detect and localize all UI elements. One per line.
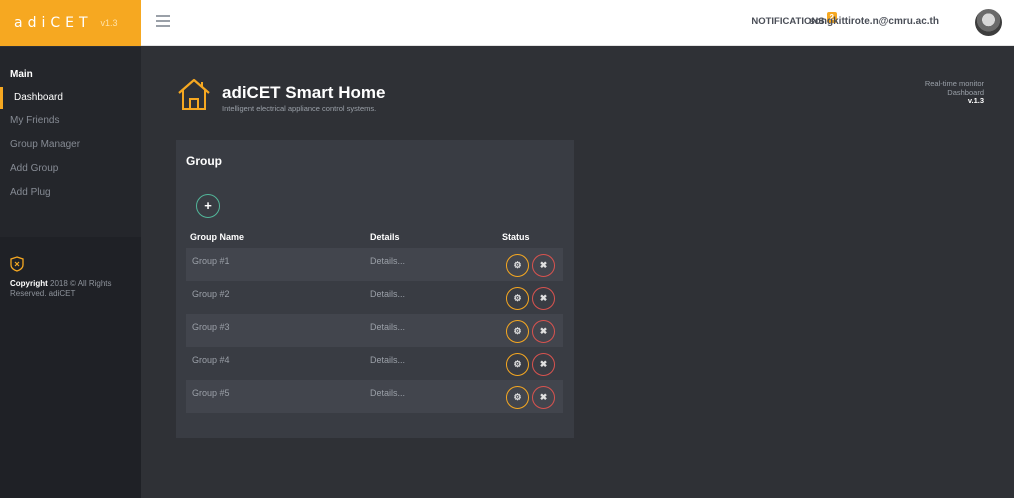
delete-icon[interactable]: ✖	[532, 287, 555, 310]
sidebar-footer: Copyright 2018 © All Rights Reserved. ad…	[0, 237, 141, 498]
details-link[interactable]: Details...	[370, 289, 405, 299]
settings-icon[interactable]: ⚙	[506, 386, 529, 409]
details-link[interactable]: Details...	[370, 388, 405, 398]
column-header-group-name: Group Name	[190, 232, 245, 242]
menu-toggle-icon[interactable]	[156, 15, 170, 27]
brand-version: v1.3	[100, 18, 118, 28]
avatar[interactable]	[975, 9, 1002, 36]
details-link[interactable]: Details...	[370, 256, 405, 266]
table-row: Group #4 Details... ⚙ ✖	[186, 347, 563, 380]
group-name: Group #1	[192, 256, 230, 266]
column-header-status: Status	[502, 232, 530, 242]
table-row: Group #5 Details... ⚙ ✖	[186, 380, 563, 413]
settings-icon[interactable]: ⚙	[506, 353, 529, 376]
delete-icon[interactable]: ✖	[532, 254, 555, 277]
delete-icon[interactable]: ✖	[532, 353, 555, 376]
user-email[interactable]: songkittirote.n@cmru.ac.th	[809, 16, 939, 27]
shield-icon	[10, 256, 24, 272]
settings-icon[interactable]: ⚙	[506, 254, 529, 277]
group-name: Group #2	[192, 289, 230, 299]
sidebar-item-my-friends[interactable]: My Friends	[0, 110, 141, 132]
panel-title: Group	[186, 154, 222, 168]
group-name: Group #3	[192, 322, 230, 332]
copyright-bold: Copyright	[10, 279, 48, 288]
sidebar-item-add-plug[interactable]: Add Plug	[0, 182, 141, 204]
copyright-text: Copyright 2018 © All Rights Reserved. ad…	[10, 279, 135, 299]
settings-icon[interactable]: ⚙	[506, 287, 529, 310]
home-icon	[178, 78, 210, 110]
details-link[interactable]: Details...	[370, 355, 405, 365]
sidebar-item-add-group[interactable]: Add Group	[0, 158, 141, 180]
add-group-button[interactable]: +	[196, 194, 220, 218]
status-version: v.1.3	[967, 96, 984, 105]
table-row: Group #2 Details... ⚙ ✖	[186, 281, 563, 314]
status-info: Real-time monitor Dashboard v.1.3	[925, 79, 984, 106]
sidebar-item-group-manager[interactable]: Group Manager	[0, 134, 141, 156]
table-row: Group #1 Details... ⚙ ✖	[186, 248, 563, 281]
table-row: Group #3 Details... ⚙ ✖	[186, 314, 563, 347]
brand-name: adiCET	[14, 15, 93, 31]
delete-icon[interactable]: ✖	[532, 320, 555, 343]
top-navbar: adiCET v1.3 NOTIFICATIONS 2 songkittirot…	[0, 0, 1014, 46]
settings-icon[interactable]: ⚙	[506, 320, 529, 343]
group-panel: Group + Group Name Details Status Group …	[176, 140, 574, 438]
group-name: Group #5	[192, 388, 230, 398]
brand-logo[interactable]: adiCET v1.3	[0, 0, 141, 46]
group-name: Group #4	[192, 355, 230, 365]
delete-icon[interactable]: ✖	[532, 386, 555, 409]
details-link[interactable]: Details...	[370, 322, 405, 332]
sidebar-section-main: Main	[10, 69, 33, 80]
sidebar-item-dashboard[interactable]: Dashboard	[0, 87, 141, 109]
page-title: adiCET Smart Home	[222, 83, 386, 102]
sidebar: Main Dashboard My Friends Group Manager …	[0, 47, 141, 498]
column-header-details: Details	[370, 232, 400, 242]
page-subtitle: Intelligent electrical appliance control…	[222, 104, 377, 113]
